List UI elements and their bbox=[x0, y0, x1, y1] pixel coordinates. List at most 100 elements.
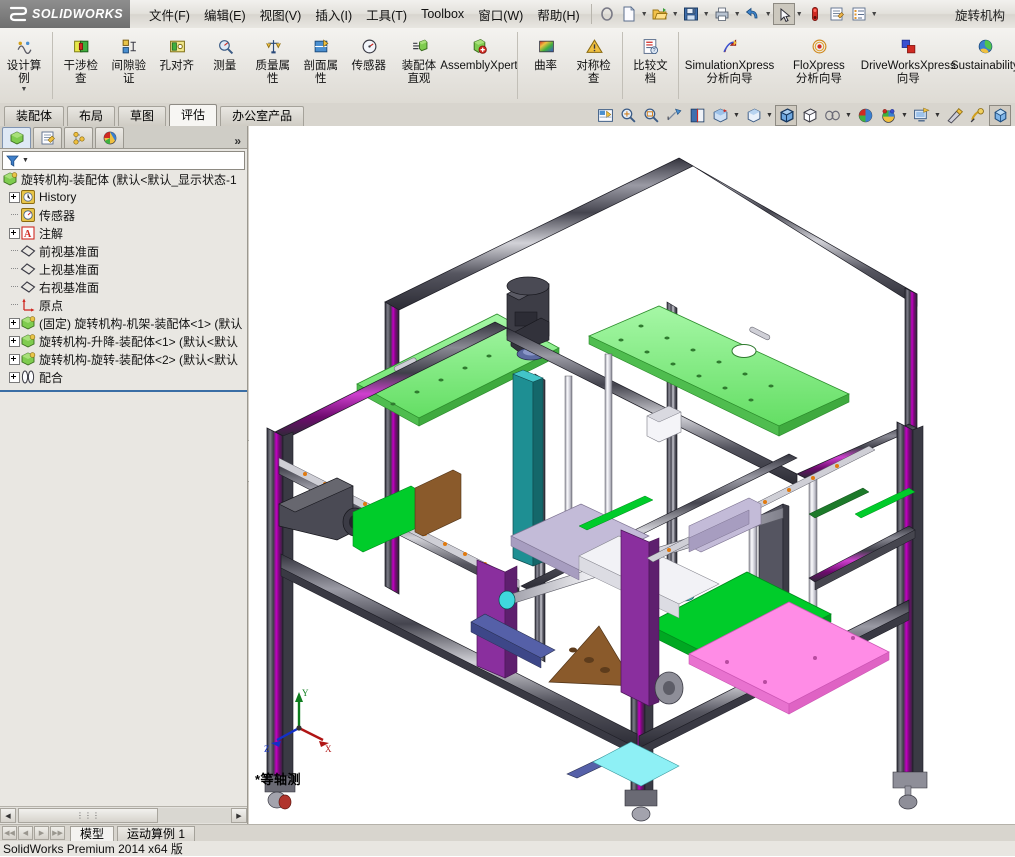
scroll-right-button[interactable]: ▶ bbox=[231, 808, 247, 823]
scroll-thumb[interactable]: ⋮⋮⋮ bbox=[18, 808, 158, 823]
open-folder-dropdown-caret-icon[interactable]: ▼ bbox=[671, 4, 680, 24]
menu-file[interactable]: 文件(F) bbox=[142, 3, 197, 26]
tree-node[interactable]: 原点 bbox=[0, 296, 247, 314]
cmd-assembly-xpert[interactable]: AssemblyXpert bbox=[440, 28, 518, 73]
view-orientation-icon[interactable] bbox=[594, 105, 616, 126]
open-folder-icon[interactable] bbox=[649, 3, 671, 25]
display-manager-dropdown-caret-icon[interactable]: ▼ bbox=[933, 105, 942, 126]
appearances-icon[interactable] bbox=[943, 105, 965, 126]
tree-filter-row[interactable]: ▼ bbox=[2, 151, 245, 170]
tab-assembly[interactable]: 装配体 bbox=[4, 106, 65, 126]
list-properties-icon[interactable] bbox=[848, 3, 870, 25]
shaded-icon[interactable] bbox=[798, 105, 820, 126]
menu-edit[interactable]: 编辑(E) bbox=[197, 3, 253, 26]
new-document-icon[interactable] bbox=[618, 3, 640, 25]
cmd-curvature[interactable]: 曲率 bbox=[522, 28, 570, 73]
section-view-icon[interactable] bbox=[686, 105, 708, 126]
view-settings-icon[interactable] bbox=[877, 105, 899, 126]
tab-evaluate[interactable]: 评估 bbox=[169, 104, 218, 126]
display-manager-tab[interactable] bbox=[95, 127, 124, 148]
cmd-section-properties[interactable]: 剖面属性 bbox=[297, 28, 345, 85]
cmd-compare-documents[interactable]: ? 比较文档 bbox=[626, 28, 674, 85]
tree-node[interactable]: 配合 bbox=[0, 368, 247, 386]
menu-tools[interactable]: 工具(T) bbox=[359, 3, 414, 26]
cmd-design-study[interactable]: 设计算例 ▼ bbox=[0, 28, 48, 93]
print-dropdown-caret-icon[interactable]: ▼ bbox=[733, 4, 742, 24]
scroll-track[interactable]: ⋮⋮⋮ bbox=[16, 808, 231, 823]
undo-dropdown-caret-icon[interactable]: ▼ bbox=[764, 4, 773, 24]
zoom-to-fit-icon[interactable] bbox=[617, 105, 639, 126]
cmd-mass-properties[interactable]: 质量属性 bbox=[249, 28, 297, 85]
shaded-with-edges-icon[interactable] bbox=[775, 104, 797, 126]
tab-layout[interactable]: 布局 bbox=[67, 106, 116, 126]
feature-manager-tab[interactable] bbox=[2, 127, 31, 148]
tree-horizontal-scrollbar[interactable]: ◀ ⋮⋮⋮ ▶ bbox=[0, 806, 247, 824]
tree-expand-toggle[interactable] bbox=[9, 368, 20, 386]
cmd-interference-detection[interactable]: 干涉检查 bbox=[57, 28, 105, 85]
cad-model-render[interactable] bbox=[249, 126, 1015, 824]
tree-expand-toggle[interactable] bbox=[9, 350, 20, 368]
view-cube-icon[interactable] bbox=[989, 104, 1011, 126]
tree-expand-toggle[interactable] bbox=[9, 332, 20, 350]
cmd-measure[interactable]: 测量 bbox=[201, 28, 249, 73]
view-settings-dropdown-caret-icon[interactable]: ▼ bbox=[900, 105, 909, 126]
last-sheet-button[interactable]: ▶▶ bbox=[50, 826, 65, 840]
tree-node[interactable]: (固定) 旋转机构-机架-装配体<1> (默认 bbox=[0, 314, 247, 332]
tree-expand-toggle[interactable] bbox=[9, 188, 20, 206]
previous-view-icon[interactable] bbox=[663, 105, 685, 126]
tree-node[interactable]: 上视基准面 bbox=[0, 260, 247, 278]
tree-node[interactable]: 右视基准面 bbox=[0, 278, 247, 296]
next-sheet-button[interactable]: ▶ bbox=[34, 826, 49, 840]
first-sheet-button[interactable]: ◀◀ bbox=[2, 826, 17, 840]
tree-node[interactable]: 前视基准面 bbox=[0, 242, 247, 260]
tree-expand-toggle[interactable] bbox=[9, 224, 20, 242]
new-document-dropdown-caret-icon[interactable]: ▼ bbox=[640, 4, 649, 24]
cmd-hole-alignment[interactable]: 孔对齐 bbox=[153, 28, 201, 73]
display-style-icon[interactable] bbox=[742, 105, 764, 126]
menu-toolbox[interactable]: Toolbox bbox=[414, 5, 471, 23]
apply-scene-icon[interactable] bbox=[854, 105, 876, 126]
menu-view[interactable]: 视图(V) bbox=[253, 3, 309, 26]
menu-window[interactable]: 窗口(W) bbox=[471, 3, 530, 26]
cmd-symmetry-check[interactable]: 对称检查 bbox=[570, 28, 618, 85]
cmd-driveworksxpress[interactable]: DriveWorksXpress 向导 bbox=[861, 28, 956, 85]
zoom-to-area-icon[interactable] bbox=[640, 105, 662, 126]
tab-office-products[interactable]: 办公室产品 bbox=[220, 106, 305, 126]
scroll-left-button[interactable]: ◀ bbox=[0, 808, 16, 823]
rebuild-icon[interactable] bbox=[804, 3, 826, 25]
save-dropdown-caret-icon[interactable]: ▼ bbox=[702, 4, 711, 24]
manager-more-button[interactable]: » bbox=[228, 134, 247, 148]
pin-icon[interactable] bbox=[596, 3, 618, 25]
list-properties-dropdown-caret-icon[interactable]: ▼ bbox=[870, 4, 879, 24]
display-manager-icon[interactable] bbox=[910, 105, 932, 126]
view-orientation-cube-dropdown-caret-icon[interactable]: ▼ bbox=[732, 105, 741, 126]
property-manager-tab[interactable] bbox=[33, 127, 62, 148]
hide-show-items-dropdown-caret-icon[interactable]: ▼ bbox=[844, 105, 853, 126]
select-pointer-icon[interactable] bbox=[772, 3, 795, 25]
display-style-dropdown-caret-icon[interactable]: ▼ bbox=[765, 105, 774, 126]
filter-dropdown-caret-icon[interactable]: ▼ bbox=[22, 157, 29, 164]
hide-show-items-icon[interactable] bbox=[821, 105, 843, 126]
menu-help[interactable]: 帮助(H) bbox=[530, 3, 586, 26]
select-pointer-dropdown-caret-icon[interactable]: ▼ bbox=[795, 4, 804, 24]
tree-expand-toggle[interactable] bbox=[9, 314, 20, 332]
tree-node[interactable]: 传感器 bbox=[0, 206, 247, 224]
cmd-clearance-verification[interactable]: 间隙验证 bbox=[105, 28, 153, 85]
options-icon[interactable] bbox=[826, 3, 848, 25]
configuration-manager-tab[interactable] bbox=[64, 127, 93, 148]
tree-root-node[interactable]: 旋转机构-装配体 (默认<默认_显示状态-1 bbox=[0, 170, 247, 188]
view-orientation-cube-icon[interactable] bbox=[709, 105, 731, 126]
tab-sketch[interactable]: 草图 bbox=[118, 106, 167, 126]
cmd-sustainability[interactable]: Sustainability bbox=[951, 28, 1015, 73]
prev-sheet-button[interactable]: ◀ bbox=[18, 826, 33, 840]
print-icon[interactable] bbox=[711, 3, 733, 25]
tree-node[interactable]: 旋转机构-旋转-装配体<2> (默认<默认 bbox=[0, 350, 247, 368]
tree-node[interactable]: History bbox=[0, 188, 247, 206]
undo-icon[interactable] bbox=[742, 3, 764, 25]
edit-appearance-icon[interactable] bbox=[966, 105, 988, 126]
tree-node[interactable]: 旋转机构-升降-装配体<1> (默认<默认 bbox=[0, 332, 247, 350]
tree-node[interactable]: A 注解 bbox=[0, 224, 247, 242]
tree-filter-input[interactable] bbox=[31, 152, 244, 169]
graphics-viewport[interactable]: Y X Z *等轴测 bbox=[249, 126, 1015, 824]
menu-insert[interactable]: 插入(I) bbox=[308, 3, 359, 26]
